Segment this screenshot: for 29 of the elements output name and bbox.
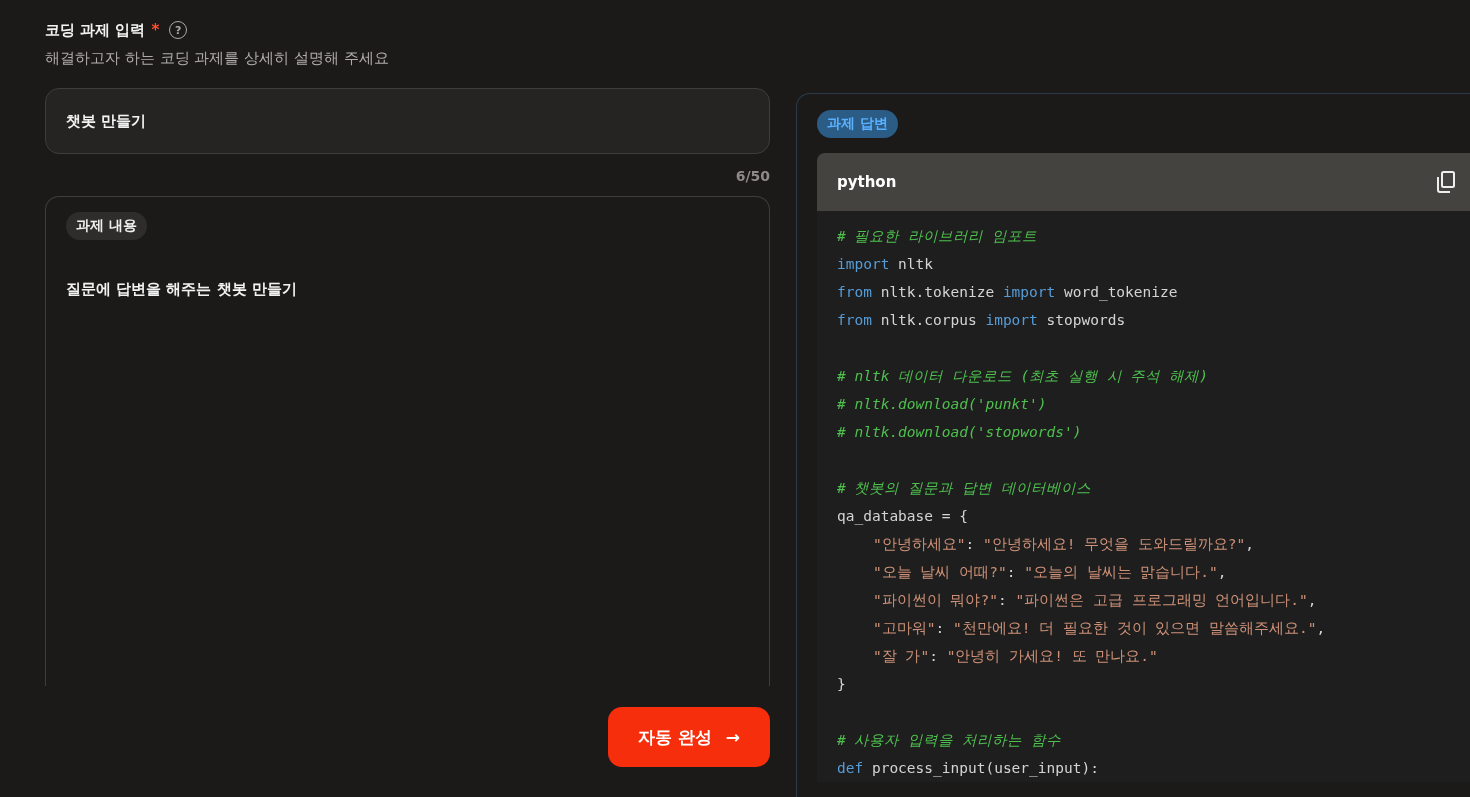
content-text: 질문에 답변을 해주는 챗봇 만들기 xyxy=(66,280,297,299)
answer-tag: 과제 답변 xyxy=(817,110,898,138)
code-line: # 필요한 라이브러리 임포트 xyxy=(837,227,1038,246)
code-line: "오늘 날씨 어때?": "오늘의 날씨는 맑습니다.", xyxy=(872,563,1228,582)
content-tag: 과제 내용 xyxy=(66,212,147,240)
character-counter: 6/50 xyxy=(735,168,770,184)
code-line: # 챗봇의 질문과 답변 데이터베이스 xyxy=(837,479,1092,498)
field-description: 해결하고자 하는 코딩 과제를 상세히 설명해 주세요 xyxy=(45,49,390,68)
code-line: import nltk xyxy=(837,255,935,274)
code-line: "잘 가": "안녕히 가세요! 또 만나요." xyxy=(872,647,1159,666)
language-label: python xyxy=(837,173,897,191)
code-line: def process_input(user_input): xyxy=(837,759,1100,779)
code-line: } xyxy=(837,675,847,694)
code-line: "안녕하세요": "안녕하세요! 무엇을 도와드릴까요?", xyxy=(872,535,1256,554)
code-line: # nltk.download('punkt') xyxy=(837,395,1048,414)
required-mark: * xyxy=(151,21,160,39)
autocomplete-button[interactable]: 자동 완성 → xyxy=(608,707,770,767)
copy-icon[interactable] xyxy=(1436,171,1456,193)
code-line: "파이썬이 뭐야?": "파이썬은 고급 프로그래밍 언어입니다.", xyxy=(872,591,1318,610)
title-input-field[interactable]: 챗봇 만들기 xyxy=(45,88,770,154)
code-line: # nltk.download('stopwords') xyxy=(837,423,1083,442)
code-line: # nltk 데이터 다운로드 (최초 실행 시 주석 해제) xyxy=(837,367,1209,386)
content-text-area[interactable]: 과제 내용 질문에 답변을 해주는 챗봇 만들기 xyxy=(45,196,770,686)
code-line: from nltk.tokenize import word_tokenize xyxy=(837,283,1179,303)
field-label: 코딩 과제 입력 xyxy=(45,20,146,40)
code-line: from nltk.corpus import stopwords xyxy=(837,311,1127,330)
code-line: # 사용자 입력을 처리하는 함수 xyxy=(837,731,1062,750)
code-line: qa_database = { xyxy=(837,507,969,527)
code-line: "고마워": "천만에요! 더 필요한 것이 있으면 말씀해주세요.", xyxy=(872,619,1327,638)
